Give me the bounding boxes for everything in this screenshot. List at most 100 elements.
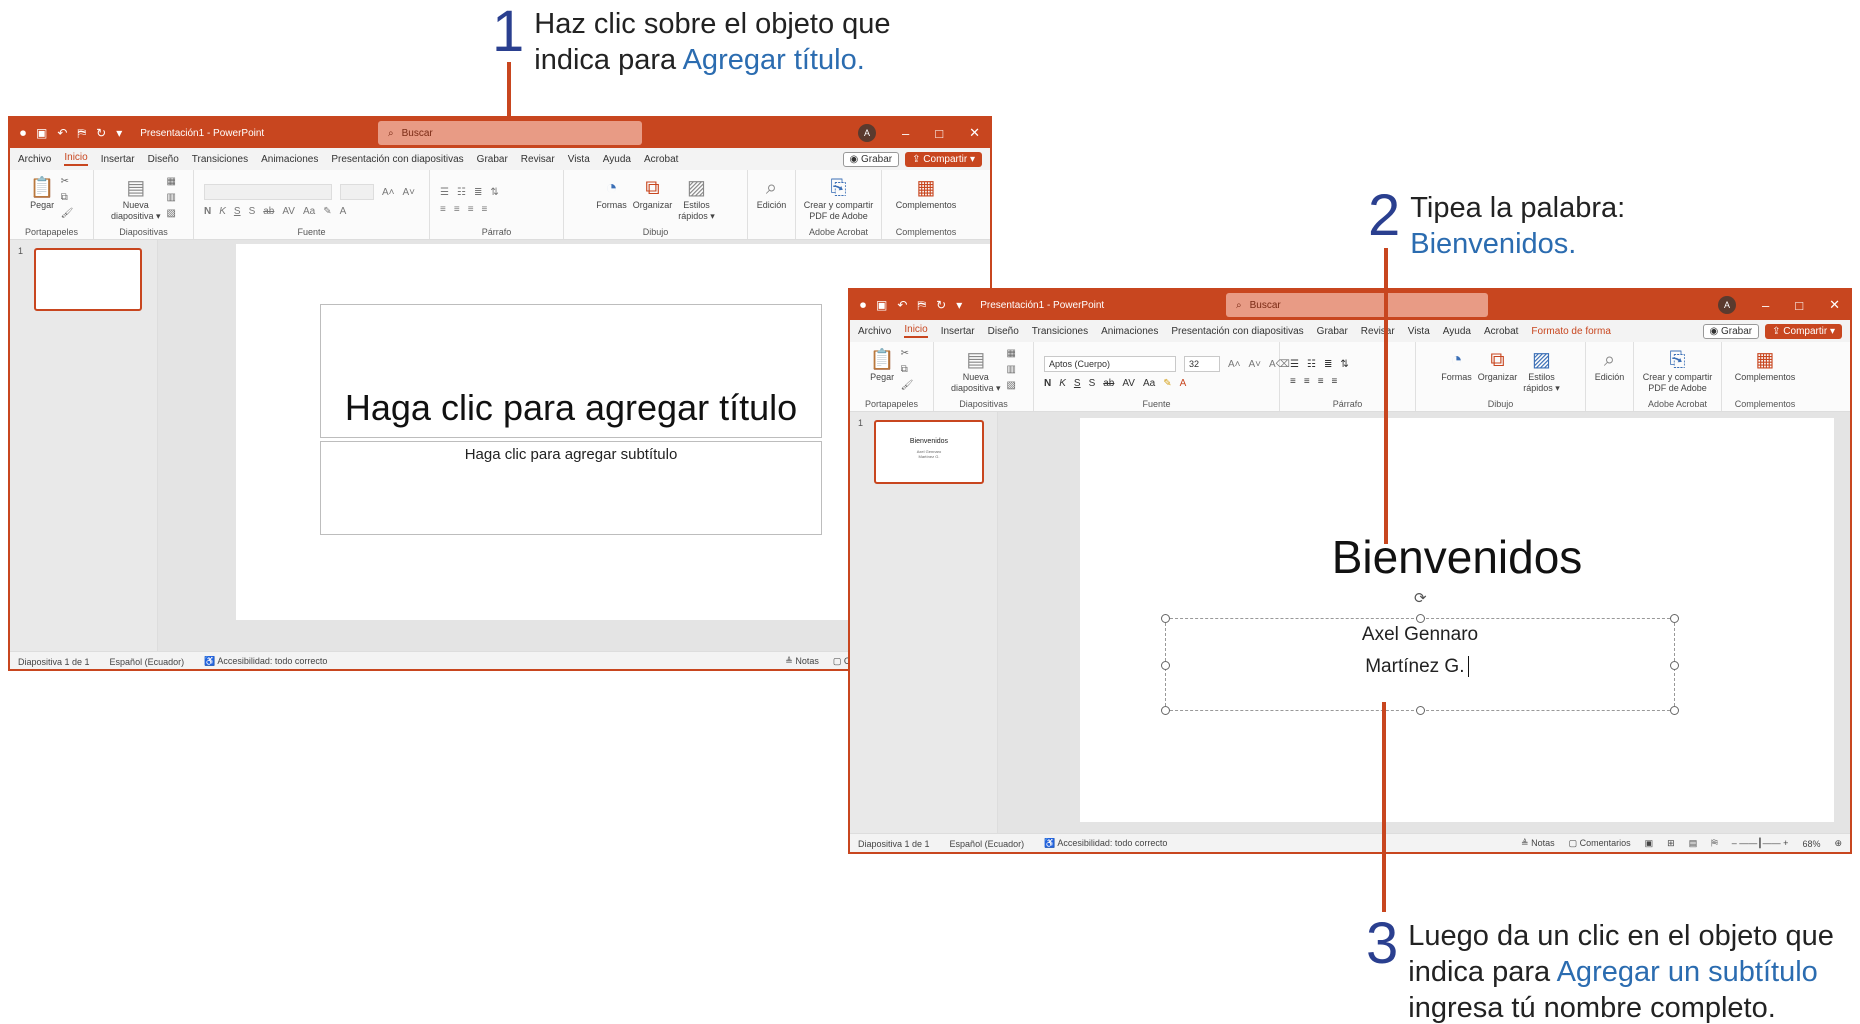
- grow-font-icon[interactable]: A˄: [382, 187, 395, 198]
- layout-icon[interactable]: ▦: [1007, 348, 1016, 359]
- numbering-icon[interactable]: ☷: [1307, 359, 1316, 370]
- shrink-font-icon[interactable]: A˅: [1249, 359, 1262, 370]
- align-center-icon[interactable]: ≡: [454, 204, 460, 215]
- status-language[interactable]: Español (Ecuador): [950, 839, 1025, 849]
- resize-handle-tr[interactable]: [1670, 614, 1679, 623]
- tab-insertar[interactable]: Insertar: [941, 326, 975, 337]
- create-pdf-button[interactable]: ⎘ Crear y compartir PDF de Adobe: [1643, 348, 1713, 394]
- resize-handle-b[interactable]: [1416, 706, 1425, 715]
- avatar[interactable]: A: [858, 124, 876, 142]
- create-pdf-button[interactable]: ⎘ Crear y compartir PDF de Adobe: [804, 176, 874, 222]
- present-icon[interactable]: ⛿: [77, 126, 86, 141]
- customize-icon[interactable]: ▾: [956, 298, 962, 312]
- tab-inicio[interactable]: Inicio: [904, 324, 928, 338]
- title-placeholder[interactable]: Haga clic para agregar título: [320, 304, 822, 438]
- resize-handle-l[interactable]: [1161, 661, 1170, 670]
- italic-icon[interactable]: K: [1059, 378, 1066, 389]
- cut-icon[interactable]: ✂: [901, 348, 914, 359]
- sorter-view-icon[interactable]: ⊞: [1667, 838, 1675, 849]
- tab-acrobat[interactable]: Acrobat: [1484, 326, 1518, 337]
- text-direction-icon[interactable]: ⇅: [1340, 359, 1348, 370]
- rotate-handle-icon[interactable]: ⟳: [1414, 589, 1427, 607]
- underline-icon[interactable]: S: [1074, 378, 1081, 389]
- status-language[interactable]: Español (Ecuador): [110, 657, 185, 667]
- tab-vista[interactable]: Vista: [568, 154, 590, 165]
- tab-diseno[interactable]: Diseño: [988, 326, 1019, 337]
- highlight-icon[interactable]: ✎: [323, 206, 331, 217]
- tab-ayuda[interactable]: Ayuda: [603, 154, 631, 165]
- arrange-button[interactable]: ⧉ Organizar: [1478, 348, 1518, 383]
- font-color-icon[interactable]: A: [1180, 378, 1187, 389]
- tab-insertar[interactable]: Insertar: [101, 154, 135, 165]
- line-spacing-icon[interactable]: ≣: [474, 187, 482, 198]
- search-box[interactable]: ⌕ Buscar: [1226, 293, 1488, 317]
- comments-button[interactable]: ▢ Comentarios: [1569, 838, 1631, 849]
- justify-icon[interactable]: ≡: [482, 204, 488, 215]
- slide-thumbnail[interactable]: Bienvenidos Axel Gennaro Martínez G.: [874, 420, 984, 484]
- spacing-icon[interactable]: AV: [1122, 378, 1135, 389]
- resize-handle-tl[interactable]: [1161, 614, 1170, 623]
- underline-icon[interactable]: S: [234, 206, 241, 217]
- tab-animaciones[interactable]: Animaciones: [1101, 326, 1158, 337]
- highlight-icon[interactable]: ✎: [1163, 378, 1171, 389]
- align-right-icon[interactable]: ≡: [1318, 376, 1324, 387]
- justify-icon[interactable]: ≡: [1332, 376, 1338, 387]
- tab-archivo[interactable]: Archivo: [858, 326, 891, 337]
- resize-handle-t[interactable]: [1416, 614, 1425, 623]
- align-left-icon[interactable]: ≡: [440, 204, 446, 215]
- subtitle-placeholder[interactable]: Haga clic para agregar subtítulo: [320, 441, 822, 535]
- case-icon[interactable]: Aa: [303, 206, 315, 217]
- addins-button[interactable]: ▦ Complementos: [896, 176, 957, 211]
- subtitle-textbox[interactable]: Axel Gennaro Martínez G. ⟳: [1161, 590, 1679, 715]
- redo-icon[interactable]: ↻: [936, 298, 946, 312]
- accessibility-status[interactable]: ♿ Accesibilidad: todo correcto: [204, 656, 327, 667]
- font-size-combo[interactable]: 32: [1184, 356, 1220, 372]
- present-icon[interactable]: ⛿: [917, 298, 926, 313]
- record-button[interactable]: ◉ Grabar: [842, 151, 900, 167]
- tab-ayuda[interactable]: Ayuda: [1443, 326, 1471, 337]
- customize-icon[interactable]: ▾: [116, 126, 122, 140]
- quick-styles-button[interactable]: ▨ Estilos rápidos ▾: [1523, 348, 1560, 394]
- notes-button[interactable]: ≜ Notas: [785, 656, 819, 667]
- resize-handle-bl[interactable]: [1161, 706, 1170, 715]
- slide-thumbnail[interactable]: [34, 248, 142, 311]
- paste-button[interactable]: 📋 Pegar: [30, 176, 55, 211]
- editing-button[interactable]: ⌕ Edición: [757, 176, 787, 211]
- close-button[interactable]: ✕: [1829, 297, 1840, 313]
- new-slide-button[interactable]: ▤ Nueva diapositiva ▾: [111, 176, 161, 222]
- slideshow-icon[interactable]: ⛿: [1711, 838, 1718, 849]
- zoom-level[interactable]: 68%: [1802, 839, 1820, 849]
- reset-icon[interactable]: ▥: [167, 192, 176, 203]
- align-left-icon[interactable]: ≡: [1290, 376, 1296, 387]
- accessibility-status[interactable]: ♿ Accesibilidad: todo correcto: [1044, 838, 1167, 849]
- resize-handle-r[interactable]: [1670, 661, 1679, 670]
- shapes-button[interactable]: ◔ Formas: [596, 176, 627, 211]
- spacing-icon[interactable]: AV: [282, 206, 295, 217]
- undo-icon[interactable]: ↶: [57, 126, 67, 140]
- minimize-button[interactable]: –: [1762, 298, 1769, 313]
- numbering-icon[interactable]: ☷: [457, 187, 466, 198]
- line-spacing-icon[interactable]: ≣: [1324, 359, 1332, 370]
- tab-diseno[interactable]: Diseño: [148, 154, 179, 165]
- copy-icon[interactable]: ⧉: [61, 192, 74, 203]
- strike-icon[interactable]: ab: [1103, 378, 1114, 389]
- font-name-combo[interactable]: Aptos (Cuerpo): [1044, 356, 1176, 372]
- format-painter-icon[interactable]: 🖌: [901, 380, 914, 391]
- bold-icon[interactable]: N: [204, 206, 211, 217]
- format-painter-icon[interactable]: 🖌: [61, 208, 74, 219]
- reset-icon[interactable]: ▥: [1007, 364, 1016, 375]
- align-center-icon[interactable]: ≡: [1304, 376, 1310, 387]
- bullets-icon[interactable]: ☰: [440, 187, 449, 198]
- tab-revisar[interactable]: Revisar: [1361, 326, 1395, 337]
- maximize-button[interactable]: □: [1795, 298, 1803, 313]
- tab-presentacion[interactable]: Presentación con diapositivas: [331, 154, 463, 165]
- slide-title[interactable]: Bienvenidos: [1080, 530, 1834, 584]
- share-button[interactable]: ⇪ Compartir ▾: [1765, 323, 1842, 339]
- addins-button[interactable]: ▦ Complementos: [1735, 348, 1796, 383]
- tab-presentacion[interactable]: Presentación con diapositivas: [1171, 326, 1303, 337]
- tab-grabar[interactable]: Grabar: [477, 154, 508, 165]
- quick-styles-button[interactable]: ▨ Estilos rápidos ▾: [678, 176, 715, 222]
- redo-icon[interactable]: ↻: [96, 126, 106, 140]
- avatar[interactable]: A: [1718, 296, 1736, 314]
- zoom-slider[interactable]: – ——┃—— +: [1732, 838, 1789, 849]
